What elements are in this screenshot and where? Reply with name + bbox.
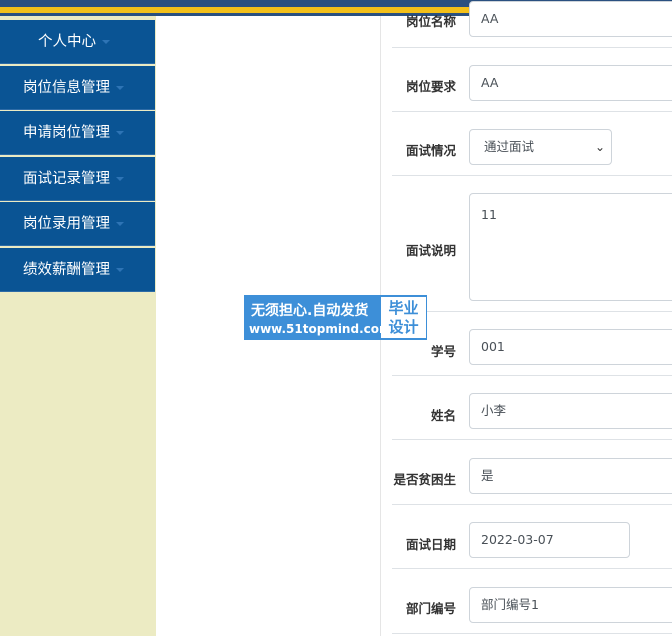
job-requirement-input[interactable]: AA: [469, 65, 672, 101]
watermark-text-block: 无须担心.自动发货 www.51topmind.com: [245, 296, 392, 339]
name-input[interactable]: 小李: [469, 393, 672, 429]
watermark-banner: 无须担心.自动发货 www.51topmind.com 毕业 设计: [244, 295, 427, 340]
row-divider: [392, 47, 672, 48]
caret-down-icon: [116, 86, 124, 90]
caret-down-icon: [102, 40, 110, 44]
is-poor-input[interactable]: 是: [469, 458, 672, 494]
sidebar-item-interview-records[interactable]: 面试记录管理: [0, 157, 155, 201]
row-divider: [392, 633, 672, 634]
student-id-input[interactable]: 001: [469, 329, 672, 365]
interview-status-select[interactable]: 通过面试 ⌄: [469, 129, 612, 165]
dept-no-label: 部门编号: [405, 601, 456, 616]
row-divider: [392, 568, 672, 569]
caret-down-icon: [116, 268, 124, 272]
sidebar-item-job-hiring[interactable]: 岗位录用管理: [0, 202, 155, 246]
row-divider: [392, 175, 672, 176]
sidebar-item-job-application[interactable]: 申请岗位管理: [0, 111, 155, 155]
row-divider: [392, 504, 672, 505]
watermark-slogan: 无须担心.自动发货: [251, 303, 369, 319]
sidebar-item-performance-salary[interactable]: 绩效薪酬管理: [0, 248, 155, 292]
sidebar-item-label: 面试记录管理: [23, 171, 110, 187]
watermark-badge-line2: 设计: [388, 318, 419, 336]
sidebar: 个人中心 岗位信息管理 申请岗位管理 面试记录管理 岗位录用管理 绩效薪酬管理: [0, 16, 156, 636]
sidebar-item-label: 绩效薪酬管理: [23, 262, 110, 278]
interview-status-label: 面试情况: [405, 143, 456, 158]
interview-desc-textarea[interactable]: 11: [469, 193, 672, 301]
interview-status-value: 通过面试: [484, 139, 535, 154]
student-id-label: 学号: [430, 344, 456, 359]
caret-down-icon: [116, 177, 124, 181]
watermark-badge: 毕业 设计: [381, 297, 426, 338]
job-name-label: 岗位名称: [405, 14, 456, 29]
sidebar-item-label: 个人中心: [38, 34, 96, 50]
sidebar-item-label: 岗位信息管理: [23, 80, 110, 96]
interview-date-input[interactable]: 2022-03-07: [469, 522, 630, 558]
caret-down-icon: [116, 131, 124, 135]
row-divider: [392, 111, 672, 112]
interview-desc-label: 面试说明: [405, 243, 456, 258]
chevron-down-icon: ⌄: [594, 140, 605, 154]
sidebar-item-job-info[interactable]: 岗位信息管理: [0, 66, 155, 110]
job-requirement-label: 岗位要求: [405, 79, 456, 94]
row-divider: [392, 439, 672, 440]
watermark-badge-line1: 毕业: [388, 299, 419, 317]
sidebar-item-personal-center[interactable]: 个人中心: [0, 20, 155, 64]
dept-no-input[interactable]: 部门编号1: [469, 587, 672, 623]
caret-down-icon: [116, 222, 124, 226]
sidebar-item-label: 申请岗位管理: [23, 125, 110, 141]
name-label: 姓名: [430, 408, 456, 423]
watermark-url: www.51topmind.com: [249, 322, 392, 336]
row-divider: [392, 375, 672, 376]
row-divider: [392, 311, 672, 312]
sidebar-item-label: 岗位录用管理: [23, 216, 110, 232]
job-name-input[interactable]: AA: [469, 1, 672, 37]
interview-date-label: 面试日期: [405, 537, 456, 552]
is-poor-label: 是否贫困生: [393, 472, 456, 487]
